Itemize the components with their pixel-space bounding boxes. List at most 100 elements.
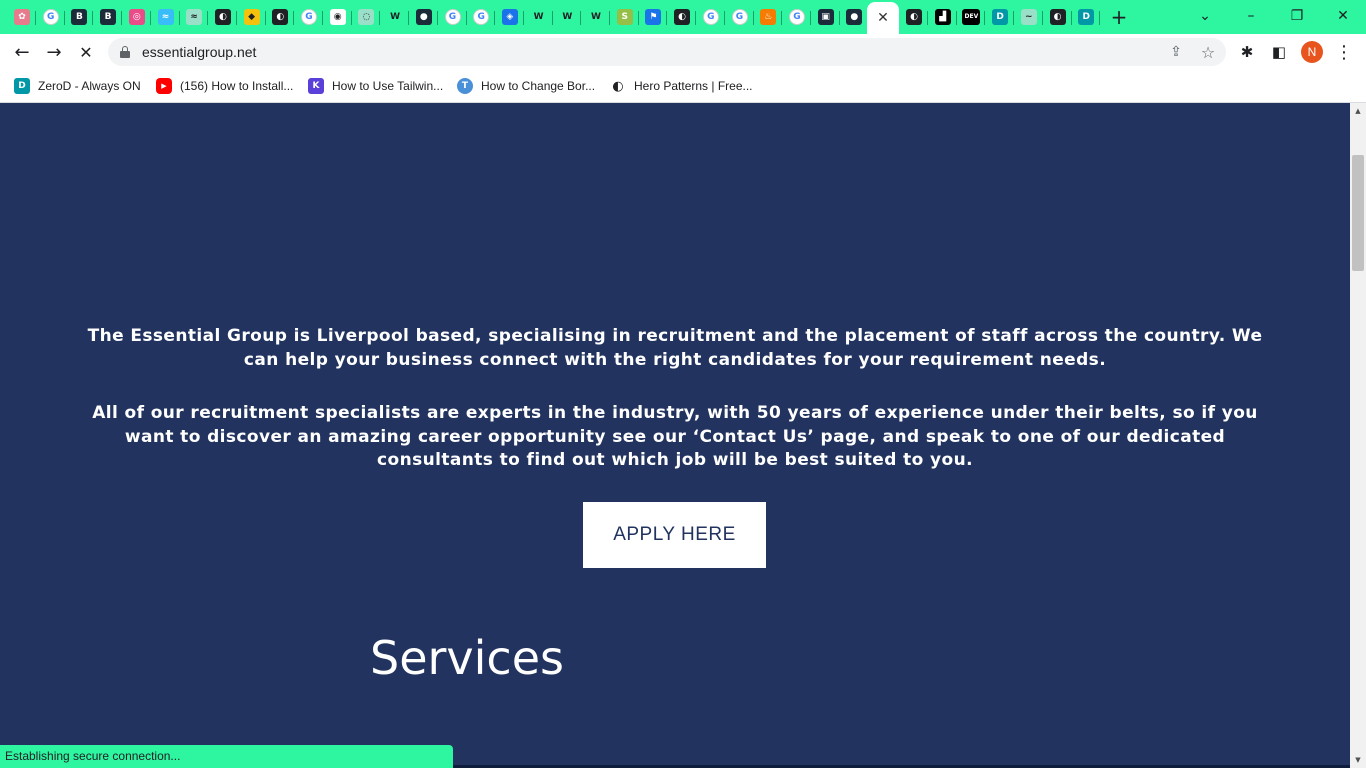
scrollbar-thumb[interactable] [1352,155,1364,271]
tab[interactable]: ● [840,4,869,30]
webflow-icon: W [559,9,576,25]
loading-icon: ◌ [358,9,375,25]
tab[interactable]: ◆ [238,4,266,30]
tab[interactable]: ◐ [1044,4,1072,30]
tab[interactable]: G [697,4,725,30]
tab[interactable]: ◐ [668,4,697,30]
restore-button[interactable]: ❐ [1274,0,1320,32]
bookmark-item[interactable]: ▶ (156) How to Install... [156,76,293,96]
k-icon: K [308,78,324,94]
bookmark-item[interactable]: K How to Use Tailwin... [308,76,443,96]
tab[interactable]: ▣ [812,4,840,30]
intro-paragraph: The Essential Group is Liverpool based, … [87,326,1263,370]
tab[interactable]: G [783,4,811,30]
flag-icon: ⚑ [645,9,662,25]
scroll-up-icon[interactable]: ▲ [1350,103,1366,119]
globe-icon: ◐ [674,9,691,25]
address-bar[interactable]: essentialgroup.net ⇪ ☆ [108,38,1226,66]
globe-icon: ◐ [906,9,922,25]
google-icon: G [731,9,748,25]
tutorial-icon: T [457,78,473,94]
tab[interactable]: ⚑ [639,4,668,30]
forward-button[interactable]: → [40,38,68,66]
menu-icon[interactable]: ⋮ [1334,42,1354,63]
side-panel-icon[interactable]: ◧ [1269,42,1289,62]
google-icon: G [702,9,719,25]
google-icon: G [301,9,317,25]
tab[interactable]: W [553,4,582,30]
tab[interactable]: B [65,4,94,30]
tab[interactable]: ≈ [152,4,180,30]
tab[interactable]: D [1072,4,1101,30]
window-close-button[interactable]: ✕ [1320,0,1366,32]
stop-loading-button[interactable]: ✕ [72,38,100,66]
bookmark-star-icon[interactable]: ☆ [1198,42,1218,62]
tab[interactable]: ◈ [496,4,524,30]
zerod-icon: D [14,78,30,94]
close-tab-icon[interactable]: ✕ [877,10,889,26]
zerod-icon: D [992,9,1009,25]
tab[interactable]: ◐ [266,4,295,30]
lock-icon[interactable] [120,46,130,58]
bookmark-label: ZeroD - Always ON [38,79,141,93]
tab[interactable]: G [295,4,323,30]
url-text[interactable]: essentialgroup.net [142,44,256,60]
tab[interactable]: D [986,4,1015,30]
tab[interactable]: DEV [957,4,986,30]
tab[interactable]: S [611,4,639,30]
page-scrollbar[interactable]: ▲ ▼ [1350,103,1366,768]
tab[interactable]: ▟ [929,4,957,30]
webflow-icon: W [588,9,604,25]
tab[interactable]: ◉ [324,4,352,30]
tab[interactable]: ● [410,4,438,30]
fire-icon: ♨ [760,9,777,25]
apply-here-button[interactable]: APPLY HERE [583,502,766,568]
tab[interactable]: ♨ [754,4,783,30]
bookmark-item[interactable]: D ZeroD - Always ON [14,76,141,96]
app-icon: ◈ [501,9,518,25]
tab[interactable]: W [525,4,553,30]
tab[interactable]: G [467,4,496,30]
webflow-icon: W [530,9,547,25]
google-icon: G [444,9,461,25]
page-content: The Essential Group is Liverpool based, … [0,103,1350,768]
tab[interactable]: W [582,4,610,30]
tab[interactable]: ◐ [900,4,928,30]
tab[interactable]: B [94,4,123,30]
tab[interactable]: ✿ [8,4,36,30]
back-button[interactable]: ← [8,38,36,66]
document-icon: B [100,9,117,25]
bookmark-label: How to Use Tailwin... [332,79,444,93]
profile-avatar[interactable]: N [1301,41,1323,63]
bookmarks-bar: D ZeroD - Always ON ▶ (156) How to Insta… [0,70,1366,103]
scroll-down-icon[interactable]: ▼ [1350,752,1366,768]
tab-active[interactable]: ✕ [867,2,899,34]
tab[interactable]: ≈ [180,4,209,30]
tab[interactable]: ◎ [123,4,151,30]
google-icon: G [788,9,805,25]
tab-strip: + ⌄ – ❐ ✕ ✿ G B B ◎ ≈ ≈ ◐ ◆ ◐ G ◉ ◌ W ● G G ◈ W W W S ⚑ ◐ G G ♨ G ▣ ●… [0,0,1366,34]
zerod-icon: D [1078,9,1095,25]
tab[interactable]: G [37,4,65,30]
bookmark-item[interactable]: T How to Change Bor... [457,76,595,96]
circle-icon: ● [415,9,432,25]
detail-paragraph: All of our recruitment specialists are e… [92,403,1258,470]
tab[interactable]: W [381,4,410,30]
chevron-down-icon[interactable]: ⌄ [1182,0,1228,32]
share-icon[interactable]: ⇪ [1166,42,1186,62]
tab[interactable]: G [726,4,754,30]
extensions-icon[interactable]: ✱ [1237,42,1257,62]
tab[interactable]: G [439,4,467,30]
image-icon: ▣ [817,9,834,25]
dribbble-icon: ◎ [128,9,145,25]
globe-icon: ◐ [1049,9,1066,25]
minimize-button[interactable]: – [1228,0,1274,32]
shield-icon: ◆ [243,9,260,25]
tab[interactable]: ◐ [209,4,237,30]
tab[interactable]: ~ [1015,4,1043,30]
tab[interactable]: ◌ [352,4,381,30]
new-tab-button[interactable]: + [1108,6,1130,28]
bookmark-item[interactable]: ◐ Hero Patterns | Free... [610,76,753,96]
services-heading: Services [370,631,564,685]
bookmark-label: Hero Patterns | Free... [634,79,753,93]
